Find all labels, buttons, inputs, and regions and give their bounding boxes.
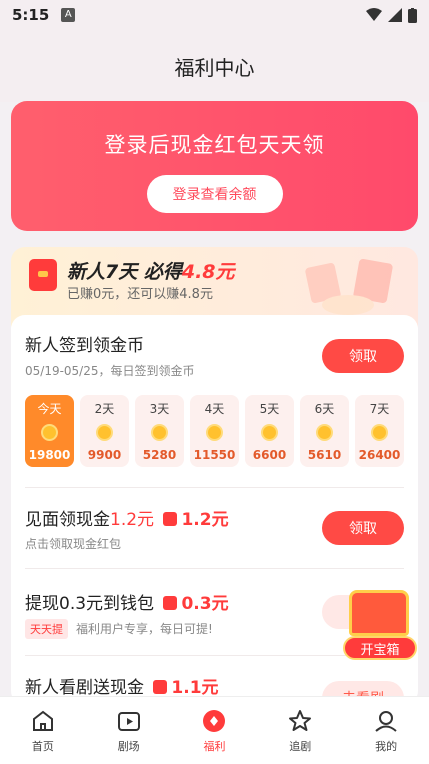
tab-label: 剧场 — [117, 739, 140, 753]
status-bar: 5:15 A — [0, 0, 429, 30]
divider — [25, 568, 404, 569]
day-points: 6600 — [252, 448, 287, 462]
gold-coin-icon — [316, 424, 333, 441]
login-view-balance-button[interactable]: 登录查看余额 — [146, 175, 283, 213]
newbie-promo-amount: 4.8元 — [181, 261, 235, 283]
task-reward: 0.3元 — [181, 594, 229, 614]
status-time: 5:15 — [12, 6, 50, 24]
day-points: 26400 — [358, 448, 401, 462]
treasure-chest[interactable]: 开宝箱 — [343, 590, 417, 662]
battery-icon — [408, 7, 417, 23]
day-points: 5280 — [142, 448, 177, 462]
tab-welfare[interactable]: 福利 — [172, 697, 258, 764]
tab-label: 追剧 — [289, 739, 312, 753]
checkin-subtitle: 05/19-05/25，每日签到领金币 — [25, 364, 195, 378]
day-label: 6天 — [314, 402, 335, 416]
day-label: 4天 — [204, 402, 225, 416]
day-label: 5天 — [259, 402, 280, 416]
day-points: 9900 — [87, 448, 122, 462]
daily-withdraw-tag: 天天提 — [25, 619, 68, 639]
task-claim-button[interactable]: 领取 — [322, 511, 404, 545]
gold-coin-icon — [96, 424, 113, 441]
task-title: 新人看剧送现金 1.1元 — [25, 673, 219, 698]
day-label: 今天 — [37, 402, 62, 416]
gold-coin-icon — [261, 424, 278, 441]
checkin-days: 今天 19800 2天 9900 3天 5280 4天 11550 5天 6600 6天 5… — [25, 395, 404, 467]
open-chest-button[interactable]: 开宝箱 — [343, 636, 417, 660]
task-amount: 1.2元 — [110, 510, 155, 530]
checkin-day[interactable]: 3天 5280 — [135, 395, 184, 467]
wifi-icon — [366, 8, 382, 21]
tab-home[interactable]: 首页 — [0, 697, 86, 764]
task-title-text: 见面领现金 — [25, 510, 110, 530]
checkin-day[interactable]: 5天 6600 — [245, 395, 294, 467]
task-title: 提现0.3元到钱包 0.3元 — [25, 589, 229, 614]
task-title-text: 提现0.3元到钱包 — [25, 594, 155, 614]
red-envelope-icon — [163, 596, 178, 610]
red-envelope-icon — [163, 512, 178, 526]
home-icon — [32, 710, 53, 731]
gold-coin-icon — [371, 424, 388, 441]
page-header: 福利中心 — [0, 30, 429, 102]
task-subtitle: 点击领取现金红包 — [25, 537, 122, 551]
login-banner: 登录后现金红包天天领 登录查看余额 — [11, 101, 418, 231]
page-title: 福利中心 — [174, 55, 255, 80]
signal-icon — [388, 8, 402, 22]
task-subtitle-text: 福利用户专享，每日可提! — [76, 622, 213, 636]
red-envelope-icon — [29, 259, 57, 291]
checkin-day[interactable]: 6天 5610 — [300, 395, 349, 467]
newbie-promo-subtitle: 已赚0元，还可以赚4.8元 — [67, 287, 213, 302]
checkin-day[interactable]: 7天 26400 — [355, 395, 404, 467]
checkin-day[interactable]: 今天 19800 — [25, 395, 74, 467]
task-reward: 1.1元 — [171, 678, 219, 698]
user-icon — [375, 710, 397, 732]
login-banner-title: 登录后现金红包天天领 — [104, 133, 325, 157]
checkin-title: 新人签到领金币 — [25, 336, 144, 356]
status-icons — [366, 7, 417, 23]
gold-coin-icon — [151, 424, 168, 441]
treasure-chest-icon — [349, 590, 409, 636]
day-label: 7天 — [369, 402, 390, 416]
day-points: 19800 — [28, 448, 71, 462]
tab-label: 我的 — [375, 739, 398, 753]
task-subtitle: 天天提 福利用户专享，每日可提! — [25, 619, 213, 639]
day-label: 2天 — [94, 402, 115, 416]
red-envelopes-decoration-icon — [305, 258, 393, 315]
star-icon — [289, 709, 312, 731]
day-points: 11550 — [193, 448, 236, 462]
gold-coin-icon — [41, 424, 58, 441]
newbie-promo-headline-text: 新人7天 必得 — [67, 261, 182, 283]
bottom-tab-bar: 首页 剧场 福利 追剧 我的 — [0, 696, 429, 764]
tab-following[interactable]: 追剧 — [257, 697, 343, 764]
tab-theater[interactable]: 剧场 — [86, 697, 172, 764]
checkin-claim-button[interactable]: 领取 — [322, 339, 404, 373]
red-envelope-icon — [153, 680, 168, 694]
task-reward: 1.2元 — [181, 510, 229, 530]
day-label: 3天 — [149, 402, 170, 416]
notification-icon: A — [61, 8, 76, 22]
play-icon — [117, 711, 140, 731]
gift-icon — [203, 709, 226, 732]
newbie-promo-headline: 新人7天 必得4.8元 — [67, 257, 235, 284]
divider — [25, 487, 404, 488]
task-title-text: 新人看剧送现金 — [25, 678, 144, 698]
tab-profile[interactable]: 我的 — [343, 697, 429, 764]
checkin-day[interactable]: 4天 11550 — [190, 395, 239, 467]
task-title: 见面领现金1.2元 1.2元 — [25, 505, 229, 530]
tab-label: 首页 — [31, 739, 54, 753]
day-points: 5610 — [307, 448, 342, 462]
gold-coin-icon — [206, 424, 223, 441]
checkin-day[interactable]: 2天 9900 — [80, 395, 129, 467]
tab-label: 福利 — [203, 739, 226, 753]
